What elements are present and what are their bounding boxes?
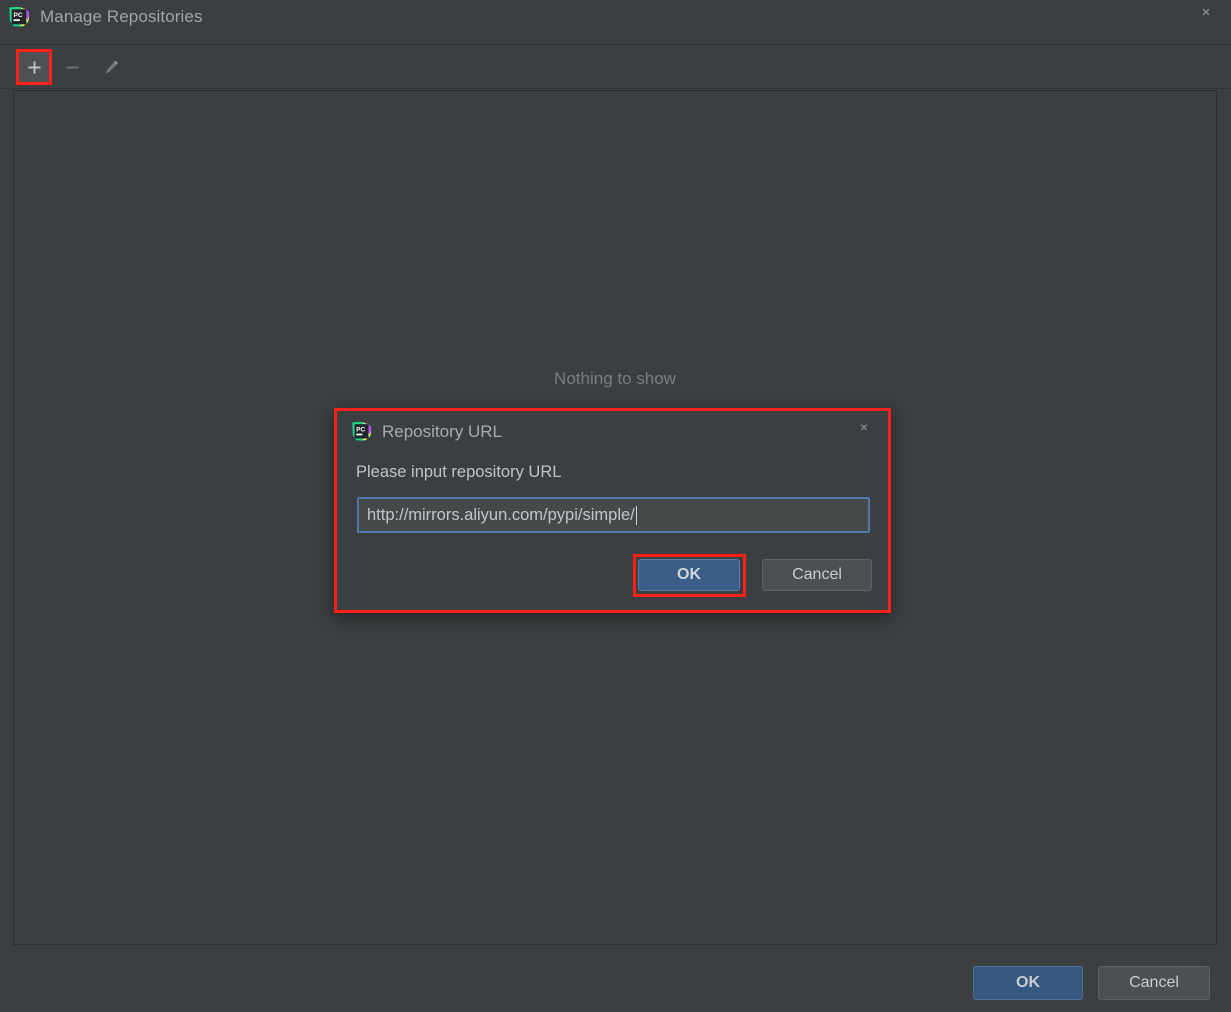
edit-repository-button[interactable] bbox=[95, 52, 127, 82]
pycharm-icon: PC bbox=[8, 6, 30, 28]
repository-url-dialog: PC Repository URL × Please input reposit… bbox=[334, 408, 891, 613]
dialog-prompt-label: Please input repository URL bbox=[356, 463, 562, 481]
svg-text:PC: PC bbox=[14, 12, 23, 19]
ok-button[interactable]: OK bbox=[973, 966, 1083, 1000]
window-titlebar: PC Manage Repositories × bbox=[0, 0, 1231, 45]
minus-icon bbox=[65, 66, 79, 68]
dialog-cancel-button[interactable]: Cancel bbox=[762, 559, 872, 591]
close-icon[interactable]: × bbox=[1195, 2, 1217, 24]
empty-list-message: Nothing to show bbox=[554, 369, 676, 388]
dialog-title: Repository URL bbox=[382, 422, 502, 441]
remove-repository-button[interactable] bbox=[56, 52, 88, 82]
plus-icon bbox=[27, 60, 41, 74]
repository-url-input[interactable]: http://mirrors.aliyun.com/pypi/simple/ bbox=[357, 497, 870, 533]
pycharm-icon: PC bbox=[351, 421, 372, 442]
repository-url-input-value: http://mirrors.aliyun.com/pypi/simple/ bbox=[367, 505, 635, 524]
dialog-titlebar: PC Repository URL × bbox=[337, 411, 888, 453]
cancel-button[interactable]: Cancel bbox=[1098, 966, 1210, 1000]
dialog-close-icon[interactable]: × bbox=[854, 417, 874, 437]
add-repository-button[interactable] bbox=[18, 52, 50, 82]
svg-text:PC: PC bbox=[356, 427, 365, 434]
window-title: Manage Repositories bbox=[40, 7, 203, 26]
pencil-icon bbox=[105, 60, 118, 73]
repository-toolbar bbox=[0, 46, 1231, 89]
dialog-ok-button[interactable]: OK bbox=[638, 559, 740, 591]
text-caret bbox=[635, 505, 637, 525]
